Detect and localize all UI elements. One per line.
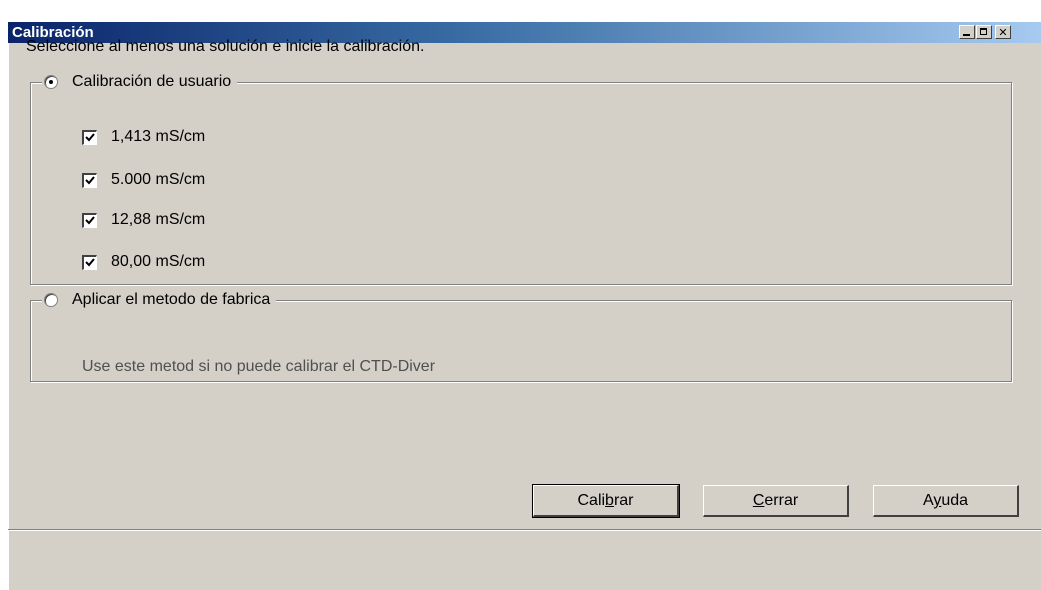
solution-checkbox-row[interactable]: 12,88 mS/cm — [82, 211, 205, 229]
cerrar-label-b: errar — [764, 492, 799, 509]
factory-method-radio[interactable] — [44, 293, 58, 307]
checkmark-icon — [85, 257, 95, 266]
status-separator — [8, 529, 1041, 531]
ayuda-button[interactable]: Ayuda — [873, 485, 1019, 517]
user-calibration-radio[interactable] — [44, 75, 58, 89]
solution-checkbox[interactable] — [82, 129, 97, 145]
solution-checkbox[interactable] — [82, 212, 97, 228]
cerrar-button[interactable]: Cerrar — [703, 485, 849, 517]
solution-label: 5.000 mS/cm — [111, 171, 206, 188]
factory-method-description: Use este metod si no puede calibrar el C… — [82, 358, 436, 375]
user-calibration-label: Calibración de usuario — [72, 73, 232, 90]
solution-checkbox[interactable] — [82, 254, 97, 270]
maximize-icon — [980, 28, 987, 35]
calibrar-mnemonic: b — [605, 492, 614, 509]
solution-checkbox-row[interactable]: 5.000 mS/cm — [82, 171, 205, 189]
maximize-button[interactable] — [976, 25, 992, 39]
cerrar-mnemonic: C — [752, 492, 765, 509]
ayuda-label-b: uda — [941, 492, 969, 509]
factory-method-option[interactable]: Aplicar el metodo de fabrica — [42, 291, 277, 309]
close-icon: ✕ — [998, 26, 1008, 39]
solution-checkbox[interactable] — [82, 172, 97, 188]
calibrar-label-b: rar — [613, 492, 634, 509]
checkmark-icon — [85, 215, 95, 224]
solution-label: 12,88 mS/cm — [111, 211, 206, 228]
calibrar-button[interactable]: Calibrar — [532, 484, 680, 518]
minimize-button[interactable] — [959, 25, 975, 39]
ayuda-label-a: A — [922, 492, 934, 509]
instruction-text: Seleccione al menos una solución e inici… — [26, 38, 425, 55]
factory-method-label: Aplicar el metodo de fabrica — [72, 291, 271, 308]
minimize-icon — [963, 34, 970, 36]
close-button[interactable]: ✕ — [995, 25, 1011, 39]
checkmark-icon — [85, 175, 95, 184]
calibrar-label-a: Cali — [577, 492, 606, 509]
solution-label: 1,413 mS/cm — [111, 128, 206, 145]
checkmark-icon — [85, 132, 95, 141]
user-calibration-option[interactable]: Calibración de usuario — [42, 73, 238, 91]
solution-checkbox-row[interactable]: 1,413 mS/cm — [82, 128, 205, 146]
solution-checkbox-row[interactable]: 80,00 mS/cm — [82, 253, 205, 271]
solution-label: 80,00 mS/cm — [111, 253, 206, 270]
